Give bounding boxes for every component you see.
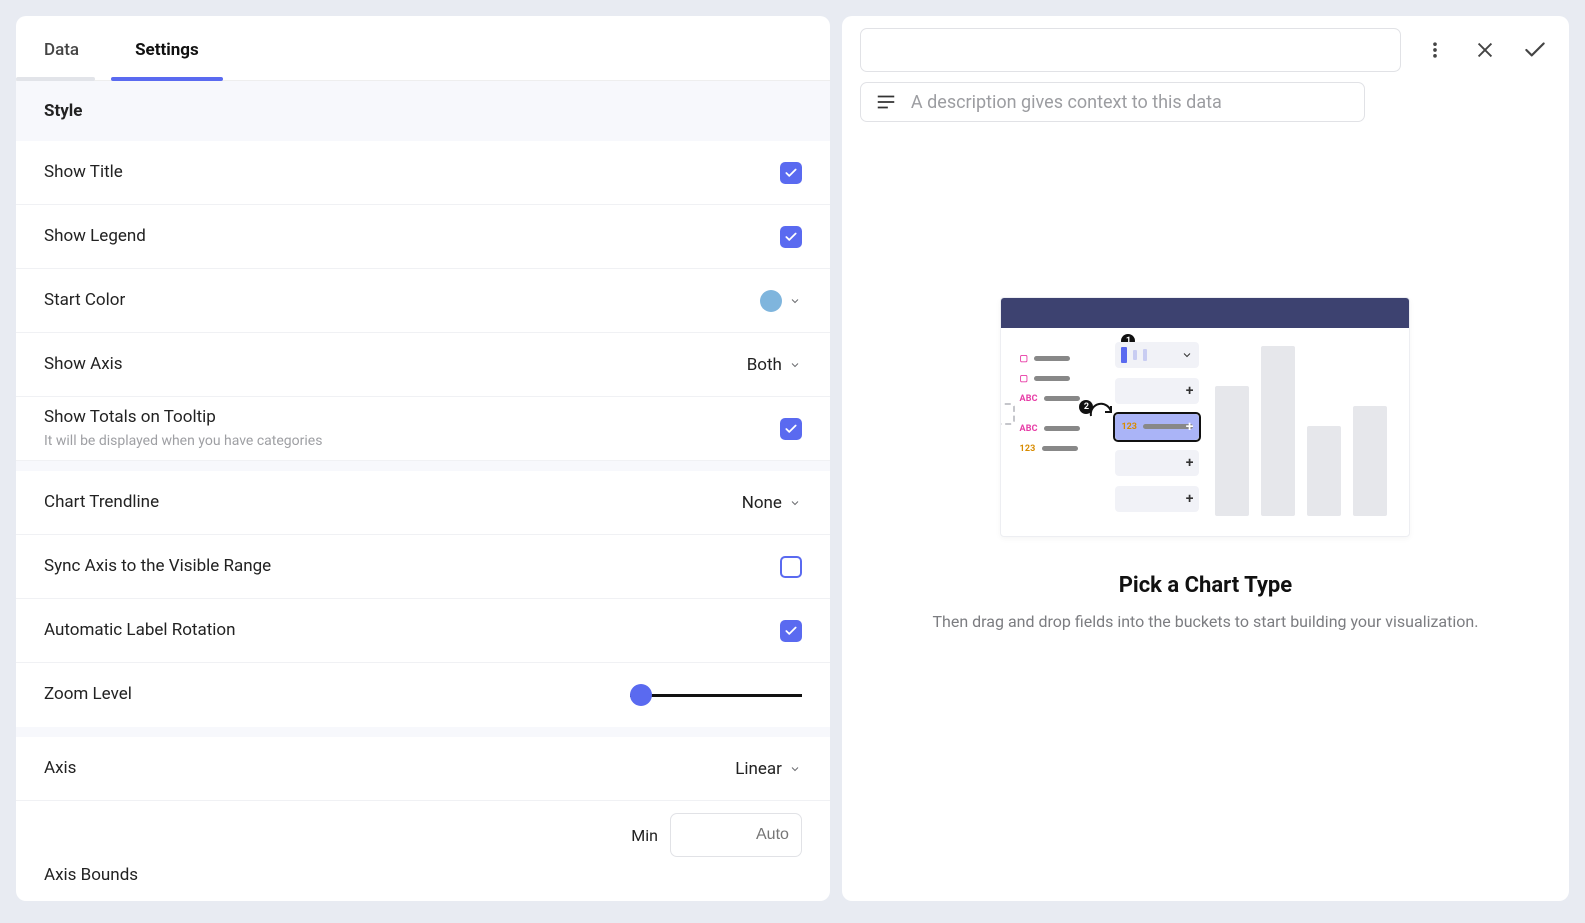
show-axis-label: Show Axis [44,353,123,377]
color-swatch [760,290,782,312]
tab-settings[interactable]: Settings [111,16,223,80]
show-totals-sub: It will be displayed when you have categ… [44,432,322,452]
row-start-color: Start Color [16,269,830,333]
chevron-down-icon [788,294,802,308]
toolbar [860,28,1551,72]
row-zoom-level: Zoom Level [16,663,830,727]
description-icon [875,91,897,113]
chart-trendline-dropdown[interactable]: None [742,493,802,513]
chevron-down-icon [788,358,802,372]
section-gap [16,727,830,737]
row-axis: Axis Linear [16,737,830,801]
axis-label: Axis [44,757,76,781]
row-show-totals: Show Totals on Tooltip It will be displa… [16,397,830,461]
show-totals-label: Show Totals on Tooltip It will be displa… [44,406,322,451]
section-gap [16,461,830,471]
sync-axis-label: Sync Axis to the Visible Range [44,555,271,579]
show-totals-checkbox[interactable] [780,418,802,440]
description-input[interactable]: A description gives context to this data [860,82,1365,122]
sync-axis-checkbox[interactable] [780,556,802,578]
show-legend-checkbox[interactable] [780,226,802,248]
row-chart-trendline: Chart Trendline None [16,471,830,535]
start-color-picker[interactable] [760,290,802,312]
row-show-title: Show Title [16,141,830,205]
show-legend-label: Show Legend [44,225,146,249]
chart-trendline-label: Chart Trendline [44,491,159,515]
axis-min-label: Min [631,826,658,845]
show-title-checkbox[interactable] [780,162,802,184]
empty-state-title: Pick a Chart Type [1119,573,1292,598]
preview-panel: A description gives context to this data… [842,16,1569,901]
row-show-legend: Show Legend [16,205,830,269]
zoom-level-label: Zoom Level [44,683,132,707]
tabs: Data Settings [16,16,830,81]
auto-label-rotation-checkbox[interactable] [780,620,802,642]
description-placeholder: A description gives context to this data [911,92,1222,113]
settings-panel: Data Settings Style Show Title Show Lege… [16,16,830,901]
show-axis-value: Both [747,355,782,375]
start-color-label: Start Color [44,289,125,313]
axis-dropdown[interactable]: Linear [735,759,802,779]
illustration: ▢ ▢ ABC 2 ABC 123 1 [1000,297,1410,537]
slider-thumb[interactable] [630,684,652,706]
chevron-down-icon [788,496,802,510]
empty-state-subtitle: Then drag and drop fields into the bucke… [933,612,1479,631]
axis-bounds-label: Axis Bounds [16,865,830,901]
show-axis-dropdown[interactable]: Both [747,355,802,375]
row-sync-axis: Sync Axis to the Visible Range [16,535,830,599]
show-title-label: Show Title [44,161,123,185]
axis-value: Linear [735,759,782,779]
close-button[interactable] [1469,34,1501,66]
title-input[interactable] [860,28,1401,72]
row-axis-min: Min [16,801,830,865]
chevron-down-icon [788,762,802,776]
row-show-axis: Show Axis Both [16,333,830,397]
row-auto-label-rotation: Automatic Label Rotation [16,599,830,663]
zoom-level-slider[interactable] [630,683,802,707]
axis-min-input[interactable] [670,813,802,857]
confirm-button[interactable] [1519,34,1551,66]
empty-state: ▢ ▢ ABC 2 ABC 123 1 [860,138,1551,889]
more-button[interactable] [1419,34,1451,66]
section-style-header: Style [16,81,830,141]
slider-track [630,694,802,697]
tab-data[interactable]: Data [40,16,111,80]
auto-label-rotation-label: Automatic Label Rotation [44,619,236,643]
chart-trendline-value: None [742,493,782,513]
